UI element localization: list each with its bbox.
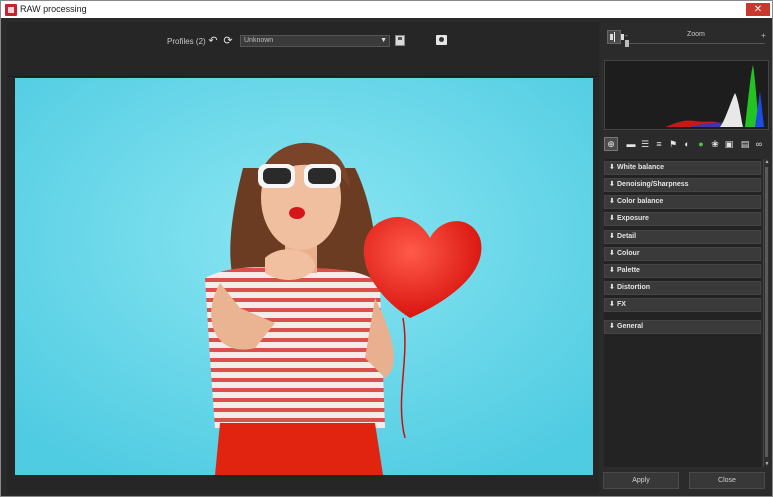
profile-select-value: Unknown [244, 37, 274, 44]
arrow-down-icon: ⬇ [609, 250, 615, 257]
glasses-icon[interactable]: ∞ [754, 139, 764, 149]
camera-icon[interactable] [436, 35, 447, 45]
target-icon[interactable]: ⊕ [604, 137, 618, 151]
photo-image [15, 78, 593, 475]
levels-icon[interactable]: ☰ [640, 139, 650, 149]
profile-toolbar: Profiles (2) ↶ ⟳ Unknown ▼ [7, 30, 599, 52]
toolbar-divider [7, 76, 599, 77]
section-colour[interactable]: ⬇ Colour [604, 247, 761, 261]
chevron-down-icon: ▼ [380, 37, 387, 44]
contrast-icon[interactable]: ◐ [682, 139, 692, 149]
section-fx[interactable]: ⬇ FX [604, 298, 761, 312]
section-label: White balance [617, 164, 665, 171]
section-label: Exposure [617, 215, 649, 222]
window-close-button[interactable]: ✕ [746, 3, 770, 16]
compare-icon[interactable] [607, 30, 624, 44]
close-button[interactable]: Close [689, 472, 765, 489]
flag-icon[interactable]: ⚑ [668, 139, 678, 149]
settings-panel: - Zoom + ⊕ ▬ ☰ ≡ ⚑ ◐ ● ❀ ▣ ▤ ∞ ⬇ White b… [601, 22, 772, 494]
section-label: Detail [617, 233, 637, 240]
profiles-label: Profiles (2) [167, 37, 206, 46]
arrow-down-icon: ⬇ [609, 233, 615, 240]
window-title: RAW processing [20, 4, 87, 14]
workspace: Profiles (2) ↶ ⟳ Unknown ▼ [7, 22, 599, 494]
adjustment-sections: ⬇ White balance ⬇ Denoising/Sharpness ⬇ Col… [604, 159, 761, 467]
palette-icon[interactable]: ❀ [710, 139, 720, 149]
zoom-slider-handle[interactable] [625, 40, 629, 47]
save-profile-button[interactable] [395, 35, 405, 46]
arrow-down-icon: ⬇ [609, 198, 615, 205]
photo-preview[interactable] [15, 78, 593, 475]
camera-raw-icon[interactable]: ▣ [724, 139, 734, 149]
section-label: Denoising/Sharpness [617, 181, 689, 188]
undo-icon[interactable]: ↶ [207, 35, 219, 47]
section-detail[interactable]: ⬇ Detail [604, 230, 761, 244]
arrow-down-icon: ⬇ [609, 284, 615, 291]
app-icon [5, 4, 17, 16]
histogram [604, 60, 769, 130]
arrow-down-icon: ⬇ [609, 301, 615, 308]
title-bar: RAW processing ✕ [0, 0, 773, 18]
scroll-down-icon[interactable]: ▼ [764, 461, 770, 467]
zoom-row: - Zoom + [601, 28, 772, 48]
arrow-down-icon: ⬇ [609, 323, 615, 330]
section-denoising-sharpness[interactable]: ⬇ Denoising/Sharpness [604, 178, 761, 192]
section-distortion[interactable]: ⬇ Distortion [604, 281, 761, 295]
section-white-balance[interactable]: ⬇ White balance [604, 161, 761, 175]
redo-icon[interactable]: ⟳ [222, 35, 234, 47]
section-label: Distortion [617, 284, 651, 291]
zoom-out-button[interactable]: - [625, 31, 628, 40]
curves-icon[interactable]: ≡ [654, 139, 664, 149]
circle-icon[interactable]: ● [696, 139, 706, 149]
ruler-icon[interactable]: ▬ [626, 139, 636, 149]
section-palette[interactable]: ⬇ Palette [604, 264, 761, 278]
scrollbar-thumb[interactable] [765, 167, 768, 457]
section-scrollbar[interactable]: ▲ ▼ [763, 159, 769, 467]
section-color-balance[interactable]: ⬇ Color balance [604, 195, 761, 209]
zoom-slider[interactable] [627, 43, 765, 44]
scroll-up-icon[interactable]: ▲ [764, 159, 770, 165]
section-label: Color balance [617, 198, 664, 205]
section-label: Colour [617, 250, 640, 257]
profile-select[interactable]: Unknown ▼ [240, 35, 390, 47]
section-label: Palette [617, 267, 640, 274]
apply-button[interactable]: Apply [603, 472, 679, 489]
zoom-in-button[interactable]: + [761, 31, 766, 40]
arrow-down-icon: ⬇ [609, 267, 615, 274]
section-general[interactable]: ⬇ General [604, 320, 761, 334]
section-label: FX [617, 301, 626, 308]
arrow-down-icon: ⬇ [609, 181, 615, 188]
section-label: General [617, 323, 644, 330]
section-exposure[interactable]: ⬇ Exposure [604, 212, 761, 226]
frame-icon[interactable]: ▤ [740, 139, 750, 149]
arrow-down-icon: ⬇ [609, 215, 615, 222]
main-area: Profiles (2) ↶ ⟳ Unknown ▼ - Zoom + ⊕ ▬ … [0, 18, 773, 497]
arrow-down-icon: ⬇ [609, 164, 615, 171]
zoom-label: Zoom [687, 31, 705, 38]
tool-icon-bar: ⊕ ▬ ☰ ≡ ⚑ ◐ ● ❀ ▣ ▤ ∞ [604, 136, 769, 152]
